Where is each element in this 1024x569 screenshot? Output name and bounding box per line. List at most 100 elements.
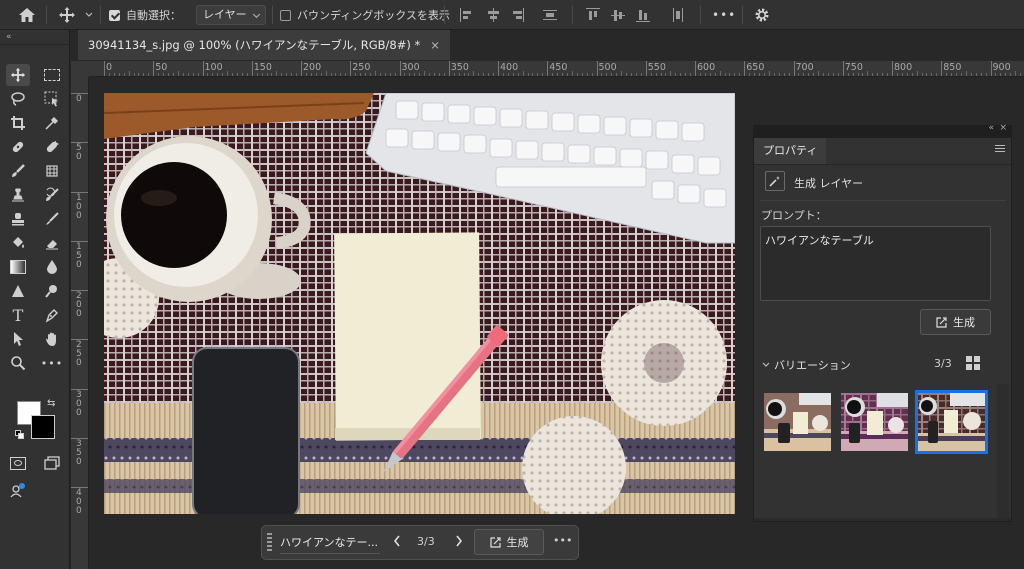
chevron-down-icon[interactable] [762, 358, 770, 367]
align-bottom-icon[interactable] [636, 8, 650, 22]
path-select-tool-icon[interactable] [6, 328, 30, 350]
background-color-swatch[interactable] [31, 415, 55, 439]
generate-icon [489, 536, 501, 548]
zoom-tool-icon[interactable] [6, 352, 30, 374]
collapse-panel-icon[interactable]: « [988, 123, 994, 133]
auto-select-check[interactable] [109, 9, 120, 21]
history-brush-icon[interactable] [40, 184, 64, 206]
remove-tool-icon[interactable] [40, 136, 64, 158]
ruler-tick [941, 61, 943, 76]
prompt-label: プロンプト： [761, 209, 827, 222]
bounding-box-checkbox[interactable]: バウンディングボックスを表示 [280, 0, 450, 30]
bounding-box-check[interactable] [280, 9, 291, 21]
pen-tool-icon[interactable] [40, 304, 64, 326]
close-tab-icon[interactable]: × [430, 30, 440, 60]
quick-mask-icon[interactable] [6, 452, 30, 474]
previous-variation-icon[interactable] [393, 535, 401, 550]
generate-button[interactable]: 生成 [920, 309, 991, 335]
paint-bucket-icon[interactable] [6, 232, 30, 254]
align-right-icon[interactable] [510, 8, 524, 22]
ruler-corner [71, 61, 89, 77]
ruler-tick [596, 61, 598, 76]
spot-healing-brush-icon[interactable] [6, 136, 30, 158]
align-left-icon[interactable] [460, 8, 474, 22]
brush-tool-icon[interactable] [6, 160, 30, 182]
home-icon[interactable] [18, 0, 36, 30]
blur-tool-icon[interactable] [40, 256, 64, 278]
taskbar-generate-label: 生成 [506, 536, 529, 549]
ruler-tick [153, 61, 155, 76]
align-top-icon[interactable] [586, 8, 600, 22]
close-panel-icon[interactable]: × [999, 123, 1007, 133]
default-colors-icon[interactable] [15, 430, 24, 439]
ruler-label: 400 [500, 62, 519, 73]
stamp-tool-icon[interactable] [6, 208, 30, 230]
variation-thumbnail-1[interactable] [764, 393, 831, 451]
document-image[interactable] [104, 93, 735, 514]
eyedropper-tool-icon[interactable] [40, 112, 64, 134]
ruler-label: 50 [155, 62, 168, 73]
next-variation-icon[interactable] [455, 535, 463, 550]
ruler-label: 500 [598, 62, 617, 73]
edit-toolbar-icon[interactable]: ••• [40, 352, 64, 374]
drag-handle[interactable] [267, 533, 272, 553]
more-options-icon[interactable]: ••• [553, 534, 572, 547]
screen-mode-icon[interactable] [40, 452, 64, 474]
grid-view-icon[interactable] [966, 356, 980, 370]
panel-scrollbar[interactable] [997, 384, 1009, 519]
panel-resize-handle[interactable] [754, 518, 1011, 521]
type-tool-icon[interactable]: T [6, 304, 30, 326]
ruler-tick [251, 61, 253, 76]
prompt-textarea[interactable]: ハワイアンなテーブル [760, 226, 991, 301]
more-options-icon[interactable]: ••• [712, 0, 736, 30]
lasso-tool-icon[interactable] [6, 88, 30, 110]
align-vcenter-icon[interactable] [611, 8, 625, 22]
ruler-label: 350 [76, 438, 82, 467]
contextual-task-bar: ハワイアンなテー... 3/3 生成 ••• [261, 525, 579, 560]
align-hcenter-icon[interactable] [486, 8, 500, 22]
auto-select-checkbox[interactable]: 自動選択： [109, 0, 181, 30]
divider [742, 6, 743, 24]
prompt-input[interactable]: ハワイアンなテー... [280, 532, 380, 554]
shape-tool-icon[interactable] [6, 280, 30, 302]
marquee-tool-icon[interactable] [40, 64, 64, 86]
gear-icon[interactable] [754, 0, 770, 30]
share-account-icon[interactable] [6, 480, 30, 502]
ruler-tick [301, 61, 302, 76]
mixer-brush-icon[interactable] [40, 208, 64, 230]
ruler-label: 0 [76, 94, 82, 104]
tab-properties[interactable]: プロパティ [754, 138, 827, 164]
ruler-label: 550 [647, 62, 666, 73]
object-select-tool-icon[interactable] [40, 88, 64, 110]
ruler-label: 0 [106, 62, 113, 73]
gradient-tool-icon[interactable] [6, 256, 30, 278]
pattern-stamp-icon[interactable] [40, 160, 64, 182]
tool-preset-chevron-icon[interactable] [85, 0, 93, 30]
collapse-panel-icon[interactable]: « [6, 32, 12, 42]
horizontal-ruler[interactable]: 0 50 100 150 200 250 300 350 400 450 500 550 600 650 7… [89, 61, 1024, 77]
taskbar-generate-button[interactable]: 生成 [474, 529, 544, 555]
eraser-tool-icon[interactable] [40, 232, 64, 254]
dodge-tool-icon[interactable] [40, 280, 64, 302]
panel-menu-icon[interactable] [995, 145, 1005, 152]
document-tab[interactable]: 30941134_s.jpg @ 100% (ハワイアンなテーブル, RGB/8… [78, 30, 450, 60]
options-bar: 自動選択： レイヤー バウンディングボックスを表示 ••• [0, 0, 1024, 30]
clone-stamp-tool-icon[interactable] [6, 184, 30, 206]
variation-thumbnail-3[interactable] [915, 390, 988, 454]
ruler-tick [793, 61, 795, 76]
divider [272, 6, 273, 24]
variation-thumbnail-2[interactable] [841, 393, 908, 451]
ruler-tick [202, 61, 204, 76]
generate-button-label: 生成 [953, 316, 975, 329]
distribute-horizontal-icon[interactable] [543, 8, 557, 22]
move-tool-icon[interactable] [58, 0, 76, 30]
ruler-label: 200 [76, 291, 82, 319]
move-tool-icon[interactable] [6, 64, 30, 86]
swap-colors-icon[interactable]: ⇆ [47, 398, 55, 409]
distribute-vertical-icon[interactable] [671, 8, 685, 22]
ruler-label: 250 [76, 340, 82, 369]
vertical-ruler[interactable]: 0 50 100 150 200 250 300 350 400 [71, 77, 89, 569]
crop-tool-icon[interactable] [6, 112, 30, 134]
hand-tool-icon[interactable] [40, 328, 64, 350]
auto-select-target-dropdown[interactable]: レイヤー [196, 5, 266, 25]
